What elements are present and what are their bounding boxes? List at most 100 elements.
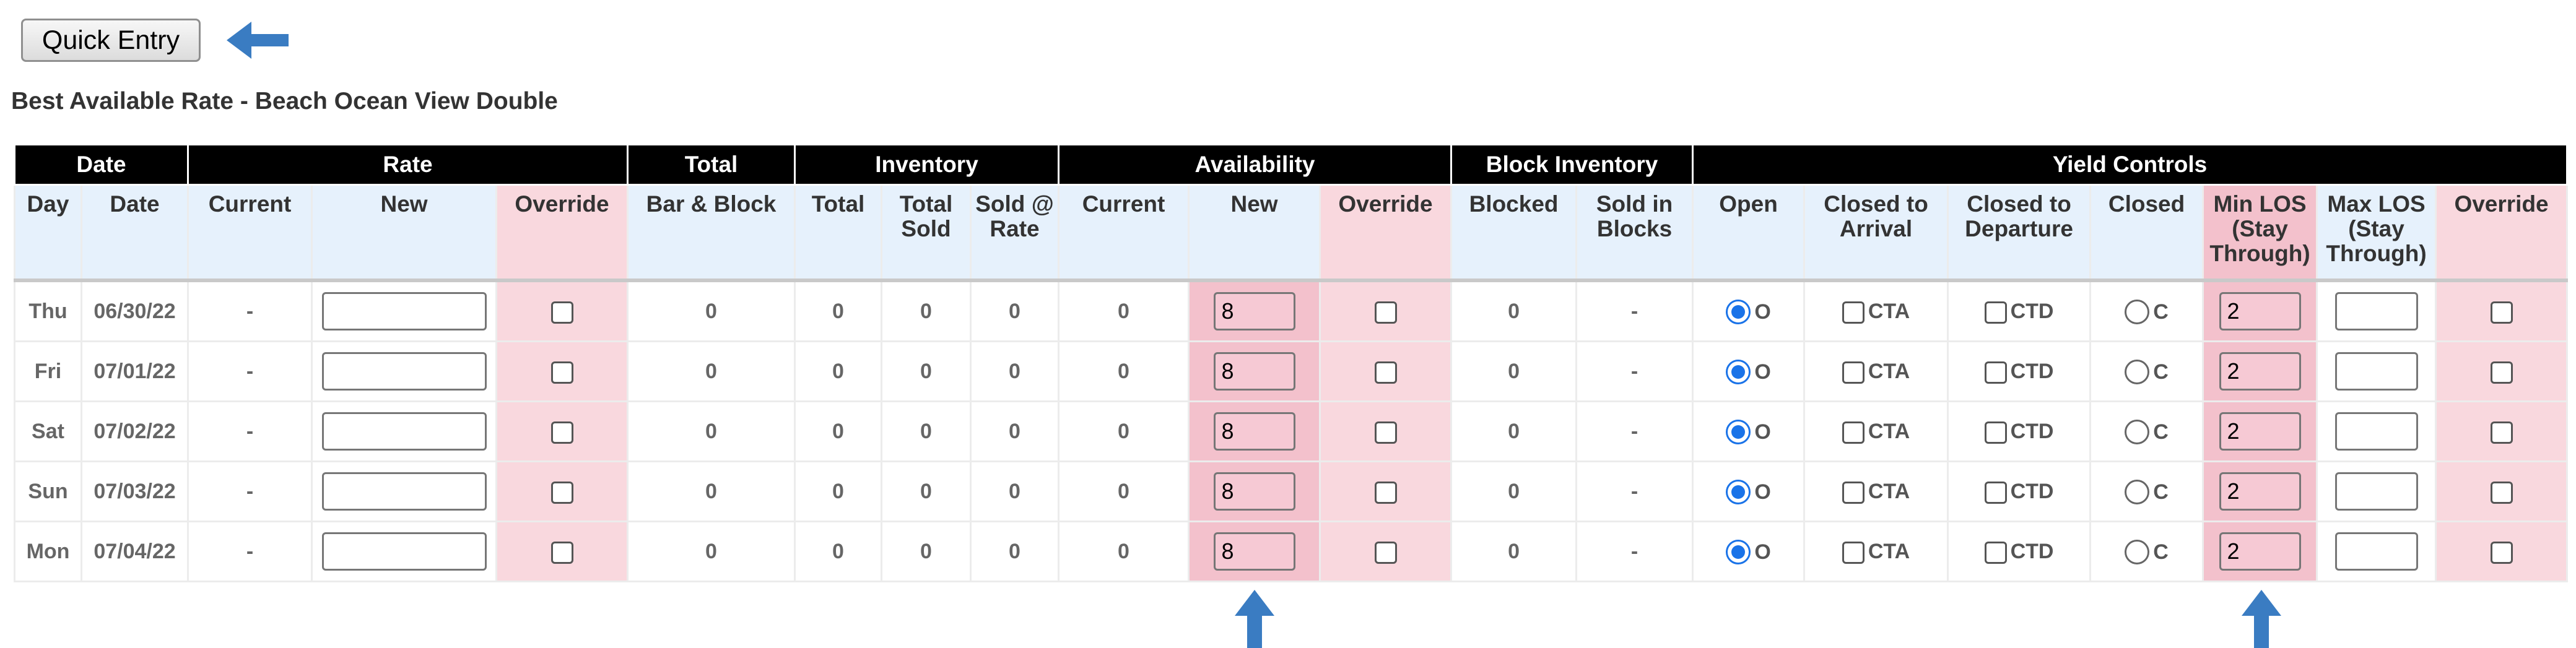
availability-new-input[interactable] [1213, 352, 1295, 391]
open-radio[interactable] [1726, 359, 1751, 384]
rate-new-input[interactable] [321, 352, 487, 391]
cell-closed: C [2089, 460, 2204, 522]
cell-rate-current: - [187, 460, 313, 522]
group-header-row: Date Rate Total Inventory Availability B… [13, 145, 2569, 186]
cta-checkbox[interactable] [1842, 541, 1865, 564]
min-los-input[interactable] [2219, 472, 2301, 511]
cell-min-los [2202, 460, 2318, 522]
availability-override-checkbox[interactable] [1374, 541, 1397, 564]
rate-override-checkbox[interactable] [550, 361, 573, 384]
cta-checkbox[interactable] [1842, 361, 1865, 384]
open-radio[interactable] [1726, 479, 1751, 504]
cell-rate-current: - [187, 279, 313, 342]
availability-override-checkbox[interactable] [1374, 421, 1397, 444]
cta-checkbox[interactable] [1842, 421, 1865, 444]
arrow-up-icon [2242, 590, 2281, 648]
max-los-input[interactable] [2334, 532, 2418, 571]
cell-yield-override [2435, 521, 2569, 582]
cell-max-los [2316, 340, 2437, 402]
max-los-input[interactable] [2334, 292, 2418, 330]
col-sold-in-blocks: Sold in Blocks [1575, 184, 1694, 282]
cell-open: O [1692, 400, 1806, 462]
col-open: Open [1692, 184, 1806, 282]
col-blocked: Blocked [1450, 184, 1578, 282]
group-yield-controls: Yield Controls [1692, 145, 2569, 186]
availability-override-checkbox[interactable] [1374, 301, 1397, 324]
rate-override-checkbox[interactable] [550, 541, 573, 564]
yield-override-checkbox[interactable] [2490, 421, 2513, 444]
rate-new-input[interactable] [321, 292, 487, 330]
quick-entry-button[interactable]: Quick Entry [21, 19, 201, 62]
availability-new-input[interactable] [1213, 472, 1295, 511]
cta-label: CTA [1868, 299, 1910, 323]
availability-override-checkbox[interactable] [1374, 361, 1397, 384]
min-los-input[interactable] [2219, 352, 2301, 391]
open-radio-label: O [1754, 300, 1771, 324]
col-bar-block: Bar & Block [627, 184, 796, 282]
rate-override-checkbox[interactable] [550, 421, 573, 444]
col-inv-sold-rate: Sold @ Rate [970, 184, 1060, 282]
closed-radio[interactable] [2125, 479, 2150, 504]
col-min-los: Min LOS (Stay Through) [2202, 184, 2318, 282]
availability-new-input[interactable] [1213, 292, 1295, 330]
yield-override-checkbox[interactable] [2490, 481, 2513, 504]
col-inv-total: Total [794, 184, 883, 282]
rate-grid: Date Rate Total Inventory Availability B… [13, 145, 2569, 582]
ctd-checkbox[interactable] [1984, 301, 2007, 324]
yield-override-checkbox[interactable] [2490, 301, 2513, 324]
cell-bar-block: 0 [627, 400, 796, 462]
cell-date: 07/01/22 [80, 340, 189, 402]
cell-inv-sold-rate: 0 [970, 521, 1060, 582]
min-los-input[interactable] [2219, 412, 2301, 451]
col-rate-current: Current [187, 184, 313, 282]
min-los-input[interactable] [2219, 292, 2301, 330]
cell-date: 07/04/22 [80, 521, 189, 582]
closed-radio[interactable] [2125, 299, 2150, 324]
cell-inv-total: 0 [794, 400, 883, 462]
min-los-input[interactable] [2219, 532, 2301, 571]
ctd-checkbox[interactable] [1984, 481, 2007, 504]
yield-override-checkbox[interactable] [2490, 361, 2513, 384]
rate-new-input[interactable] [321, 412, 487, 451]
ctd-checkbox[interactable] [1984, 541, 2007, 564]
table-row: Fri07/01/22-000000-OCTACTDC [14, 340, 2569, 402]
yield-override-checkbox[interactable] [2490, 541, 2513, 564]
cell-rate-current: - [187, 400, 313, 462]
cell-inv-total-sold: 0 [881, 279, 972, 342]
group-rate: Rate [187, 145, 629, 186]
open-radio-label: O [1754, 540, 1771, 564]
cell-day: Mon [14, 521, 82, 582]
cell-rate-current: - [187, 340, 313, 402]
cell-closed-arrival: CTA [1803, 521, 1949, 582]
closed-radio[interactable] [2125, 419, 2150, 444]
ctd-checkbox[interactable] [1984, 361, 2007, 384]
closed-radio-label: C [2153, 420, 2169, 444]
table-row: Mon07/04/22-000000-OCTACTDC [14, 521, 2569, 582]
closed-radio[interactable] [2125, 359, 2150, 384]
availability-new-input[interactable] [1213, 532, 1295, 571]
cell-sold-in-blocks: - [1575, 340, 1694, 402]
cell-date: 07/03/22 [80, 460, 189, 522]
cta-checkbox[interactable] [1842, 301, 1865, 324]
cta-checkbox[interactable] [1842, 481, 1865, 504]
max-los-input[interactable] [2334, 412, 2418, 451]
closed-radio[interactable] [2125, 539, 2150, 564]
rate-override-checkbox[interactable] [550, 481, 573, 504]
ctd-checkbox[interactable] [1984, 421, 2007, 444]
open-radio[interactable] [1726, 419, 1751, 444]
rate-new-input[interactable] [321, 472, 487, 511]
open-radio[interactable] [1726, 539, 1751, 564]
availability-new-input[interactable] [1213, 412, 1295, 451]
group-availability: Availability [1058, 145, 1453, 186]
rate-override-checkbox[interactable] [550, 301, 573, 324]
toolbar: Quick Entry [21, 19, 289, 62]
max-los-input[interactable] [2334, 352, 2418, 391]
open-radio-label: O [1754, 420, 1771, 444]
cell-closed: C [2089, 279, 2204, 342]
availability-override-checkbox[interactable] [1374, 481, 1397, 504]
open-radio[interactable] [1726, 299, 1751, 324]
cell-inv-total-sold: 0 [881, 400, 972, 462]
cell-closed-departure: CTD [1947, 279, 2092, 342]
rate-new-input[interactable] [321, 532, 487, 571]
max-los-input[interactable] [2334, 472, 2418, 511]
